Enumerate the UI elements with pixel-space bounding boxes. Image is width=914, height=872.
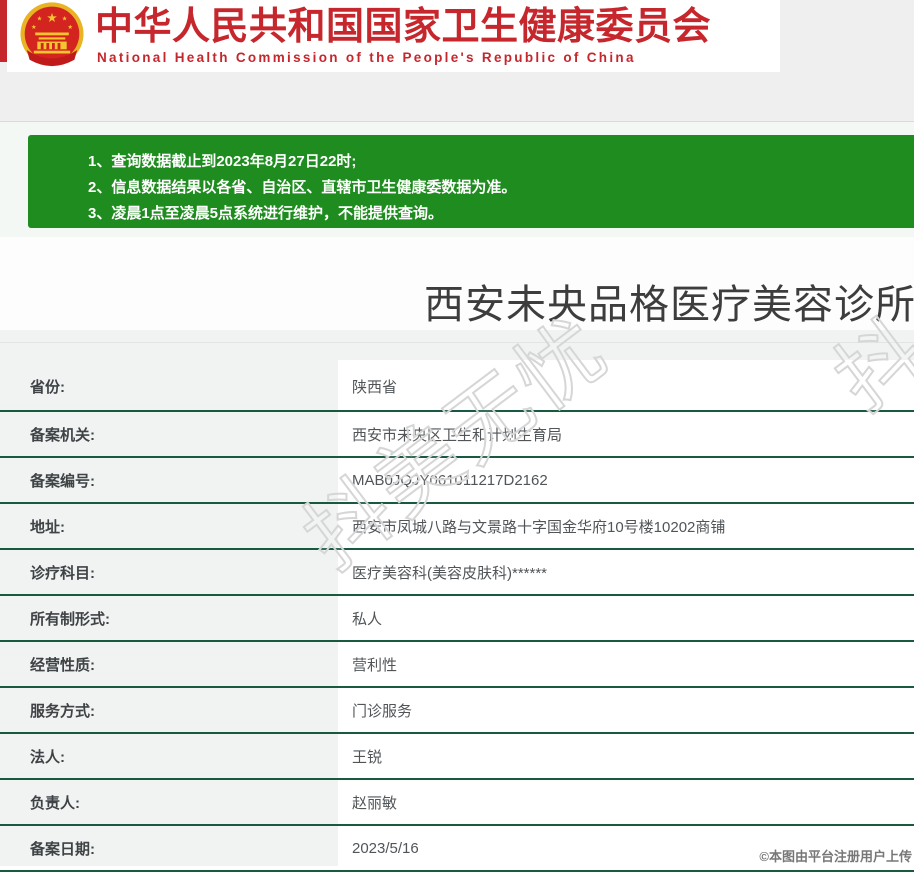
field-value: 西安市凤城八路与文景路十字国金华府10号楼10202商铺 xyxy=(338,504,914,548)
field-value: 私人 xyxy=(338,596,914,640)
svg-text:★: ★ xyxy=(37,16,43,23)
table-row-ownership: 所有制形式: 私人 xyxy=(0,596,914,642)
field-label: 地址: xyxy=(30,518,65,536)
notice-line-2: 2、信息数据结果以各省、自治区、直辖市卫生健康委数据为准。 xyxy=(88,179,517,196)
clinic-name-title: 西安未央品格医疗美容诊所 xyxy=(424,283,914,327)
field-value: 陕西省 xyxy=(338,343,914,410)
field-value: 营利性 xyxy=(338,642,914,686)
field-label: 所有制形式: xyxy=(30,610,110,628)
field-value: 医疗美容科(美容皮肤科)****** xyxy=(338,550,914,594)
upload-credit-watermark: ©本图由平台注册用户上传 xyxy=(759,849,912,864)
notice-line-1: 1、查询数据截止到2023年8月27日22时; xyxy=(88,153,357,170)
table-row-address: 地址: 西安市凤城八路与文景路十字国金华府10号楼10202商铺 xyxy=(0,504,914,550)
record-table: 省份: 陕西省 备案机关: 西安市未央区卫生和计划生育局 备案编号: MAB0J… xyxy=(0,342,914,872)
field-value: 门诊服务 xyxy=(338,688,914,732)
table-row-record-number: 备案编号: MAB0JQJY061011217D2162 xyxy=(0,458,914,504)
svg-text:★: ★ xyxy=(31,24,37,31)
site-header: ★ ★ ★ ★ ★ 中华人民共和国国家卫生健康委员会 National Heal… xyxy=(7,0,780,72)
notice-box: 1、查询数据截止到2023年8月27日22时; 2、信息数据结果以各省、自治区、… xyxy=(28,135,914,228)
org-name-chinese: 中华人民共和国国家卫生健康委员会 xyxy=(95,6,712,48)
svg-text:★: ★ xyxy=(67,24,73,31)
left-red-strip xyxy=(0,0,7,62)
field-label: 法人: xyxy=(30,748,65,766)
field-label: 服务方式: xyxy=(30,702,95,720)
table-row-business-nature: 经营性质: 营利性 xyxy=(0,642,914,688)
table-row-legal-person: 法人: 王锐 xyxy=(0,734,914,780)
field-label: 诊疗科目: xyxy=(30,564,95,582)
china-national-emblem-icon: ★ ★ ★ ★ ★ xyxy=(20,2,84,67)
field-value: 西安市未央区卫生和计划生育局 xyxy=(338,412,914,456)
svg-text:★: ★ xyxy=(46,11,57,25)
table-row-person-in-charge: 负责人: 赵丽敏 xyxy=(0,780,914,826)
field-label: 备案编号: xyxy=(30,472,95,490)
field-value: 王锐 xyxy=(338,734,914,778)
field-label: 负责人: xyxy=(30,794,80,812)
field-value: MAB0JQJY061011217D2162 xyxy=(338,458,914,502)
org-name-english: National Health Commission of the People… xyxy=(97,50,636,65)
svg-text:★: ★ xyxy=(62,16,68,23)
field-label: 备案机关: xyxy=(30,426,95,444)
table-row-departments: 诊疗科目: 医疗美容科(美容皮肤科)****** xyxy=(0,550,914,596)
field-label: 备案日期: xyxy=(30,840,95,858)
field-value: 赵丽敏 xyxy=(338,780,914,824)
notice-line-3: 3、凌晨1点至凌晨5点系统进行维护，不能提供查询。 xyxy=(88,205,444,222)
table-row-province: 省份: 陕西省 xyxy=(0,343,914,412)
field-label: 经营性质: xyxy=(30,656,95,674)
field-label: 省份: xyxy=(30,379,65,396)
table-row-authority: 备案机关: 西安市未央区卫生和计划生育局 xyxy=(0,412,914,458)
table-row-service-mode: 服务方式: 门诊服务 xyxy=(0,688,914,734)
